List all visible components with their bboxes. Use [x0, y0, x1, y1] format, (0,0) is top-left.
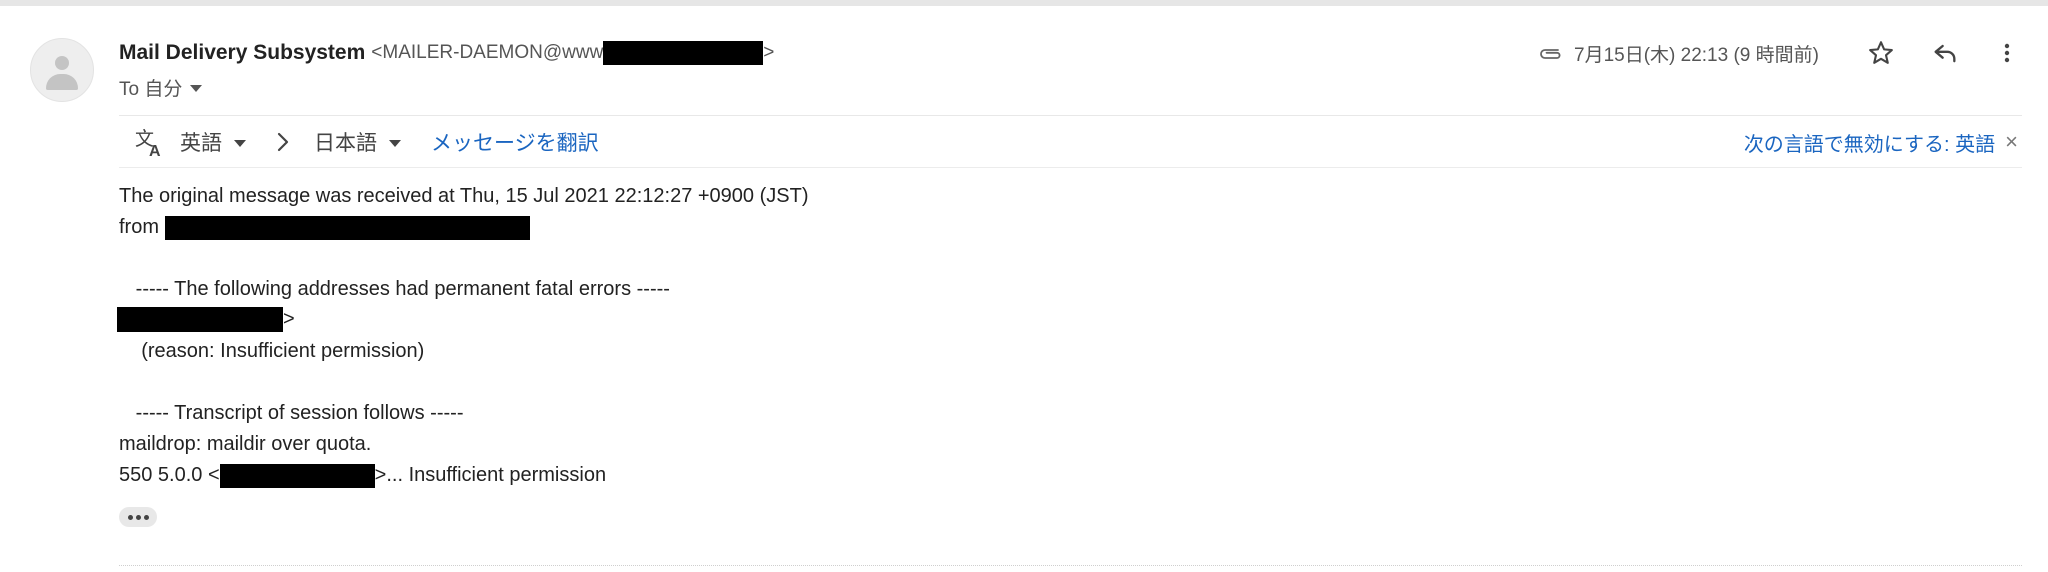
- show-trimmed-content-button[interactable]: [119, 507, 157, 527]
- avatar-body: [46, 74, 78, 90]
- message-date-area: 7月15日(木) 22:13 (9 時間前): [1538, 40, 1819, 67]
- body-line: from: [119, 215, 530, 240]
- show-trimmed-content-icon: [127, 514, 133, 520]
- body-line: ----- The following addresses had perman…: [119, 278, 670, 300]
- body-line: The original message was received at Thu…: [119, 185, 809, 207]
- recipient-details-toggle[interactable]: To 自分: [119, 74, 203, 101]
- message-date: 7月15日(木) 22:13 (9 時間前): [1574, 45, 1819, 66]
- chevron-down-icon: [190, 85, 203, 92]
- chevron-right-icon: [277, 132, 289, 152]
- body-line: maildrop: maildir over quota.: [119, 433, 372, 455]
- translate-message-link[interactable]: メッセージを翻訳: [431, 127, 599, 157]
- show-trimmed-content-icon: [135, 514, 141, 520]
- sender-email-prefix: <MAILER-DAEMON@www: [371, 42, 604, 64]
- target-language-label: 日本語: [314, 132, 377, 155]
- smtp-code-prefix: 550 5.0.0 <: [119, 464, 220, 486]
- smtp-code-suffix: >... Insufficient permission: [374, 464, 607, 486]
- reply-button[interactable]: [1928, 36, 1962, 70]
- chevron-down-icon: [389, 139, 401, 147]
- sender-name[interactable]: Mail Delivery Subsystem: [119, 41, 365, 65]
- redacted-from-address: [164, 215, 530, 240]
- disable-translation-link[interactable]: 次の言語で無効にする: 英語: [1744, 128, 1995, 157]
- sender-line: Mail Delivery Subsystem <MAILER-DAEMON@w…: [119, 41, 774, 65]
- chevron-down-icon: [234, 139, 246, 147]
- close-icon[interactable]: ×: [2005, 129, 2018, 155]
- sender-email: <MAILER-DAEMON@www >: [371, 41, 774, 65]
- body-line: >: [117, 307, 295, 333]
- reply-icon: [1934, 44, 1956, 63]
- body-line: 550 5.0.0 < >... Insufficient permission: [119, 463, 606, 488]
- sender-avatar[interactable]: [30, 38, 94, 102]
- more-vert-icon: [2004, 43, 2010, 63]
- top-border: [0, 0, 2048, 6]
- source-language-label: 英語: [180, 132, 222, 155]
- star-icon: [1869, 41, 1893, 64]
- disable-translation-area: 次の言語で無効にする: 英語 ×: [1744, 124, 2018, 160]
- message-bottom-divider: [119, 565, 2022, 566]
- redacted-recipient-address: [117, 307, 283, 333]
- source-language-select[interactable]: 英語: [180, 127, 246, 157]
- more-options-button[interactable]: [1990, 36, 2024, 70]
- star-button[interactable]: [1864, 36, 1898, 70]
- paperclip-icon: [1540, 48, 1561, 59]
- header-divider: [119, 115, 2022, 116]
- redacted-sender-domain: [603, 41, 764, 65]
- target-language-select[interactable]: 日本語: [314, 127, 401, 157]
- from-label: from: [119, 216, 159, 238]
- translate-bar: 文 A 英語 日本語 メッセージを翻訳: [134, 124, 599, 160]
- avatar-head: [55, 56, 69, 70]
- translate-icon: 文 A: [135, 128, 161, 158]
- show-trimmed-content-icon: [143, 514, 149, 520]
- body-line: (reason: Insufficient permission): [119, 340, 425, 362]
- svg-text:A: A: [149, 143, 161, 158]
- translate-bar-divider: [119, 167, 2022, 168]
- redacted-smtp-address: [219, 463, 375, 488]
- body-line: ----- Transcript of session follows ----…: [119, 402, 464, 424]
- recipient-label: To 自分: [119, 79, 183, 100]
- sender-email-suffix: >: [763, 42, 775, 64]
- recipient-address-suffix: >: [283, 308, 295, 330]
